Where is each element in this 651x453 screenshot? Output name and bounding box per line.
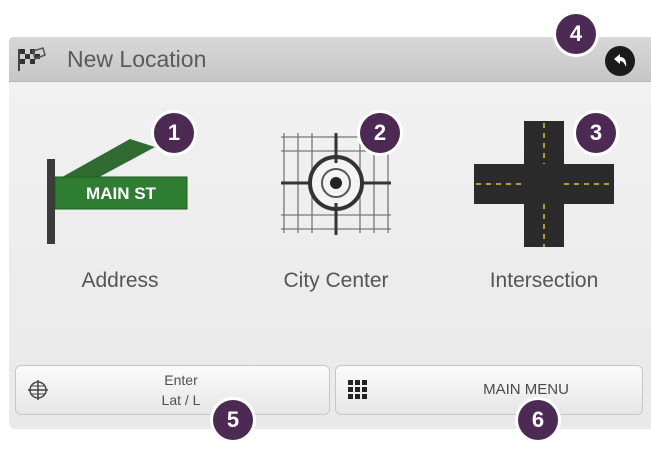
street-sign-text: MAIN ST	[86, 184, 157, 203]
back-button[interactable]	[605, 46, 635, 76]
callout-badge-6: 6	[518, 400, 558, 440]
callout-badge-1: 1	[154, 113, 194, 153]
city-center-label: City Center	[283, 269, 389, 292]
callout-badge-4: 4	[556, 14, 596, 54]
lat-lon-line1: Enter	[164, 372, 198, 388]
back-arrow-icon	[614, 54, 627, 67]
callout-badge-5: 5	[213, 400, 253, 440]
globe-grid-icon	[28, 380, 48, 400]
callout-badge-3: 3	[576, 113, 616, 153]
page-title: New Location	[67, 46, 207, 72]
checkered-flag-icon	[18, 47, 46, 71]
main-menu-label: MAIN MENU	[483, 381, 569, 398]
main-menu-button[interactable]: MAIN MENU	[335, 365, 643, 415]
device-screen: New Location MAIN ST Address City Center…	[9, 37, 651, 429]
title-bar: New Location	[9, 37, 651, 82]
enter-lat-lon-button[interactable]: Enter Lat / L	[15, 365, 330, 415]
grid-menu-icon	[348, 380, 367, 399]
callout-badge-2: 2	[360, 113, 400, 153]
intersection-label: Intersection	[489, 269, 599, 292]
city-center-option[interactable]: City Center	[236, 103, 436, 303]
address-label: Address	[81, 269, 159, 292]
